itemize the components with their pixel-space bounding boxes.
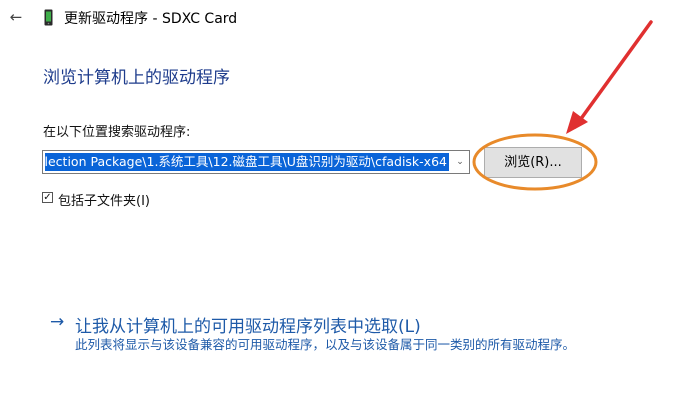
search-location-label: 在以下位置搜索驱动程序: xyxy=(43,125,191,140)
browse-button[interactable]: 浏览(R)... xyxy=(484,147,582,178)
pointer-arrowhead xyxy=(566,111,588,134)
driver-path-input[interactable]: \Lenovo\Recovery Toolkit\Driver Collecti… xyxy=(45,153,449,171)
chevron-down-icon[interactable]: ⌄ xyxy=(454,155,466,169)
title-bar: ← 更新驱动程序 - SDXC Card xyxy=(0,0,693,36)
pointer-arrow-line xyxy=(573,20,653,129)
window-title: 更新驱动程序 - SDXC Card xyxy=(64,11,238,27)
back-arrow-icon[interactable]: ← xyxy=(6,6,26,28)
include-subfolders-label: 包括子文件夹(I) xyxy=(58,194,150,209)
right-arrow-icon: → xyxy=(50,312,65,332)
checkbox-checked-icon[interactable]: ✓ xyxy=(42,192,53,203)
phone-device-icon xyxy=(44,9,53,26)
page-heading: 浏览计算机上的驱动程序 xyxy=(43,68,230,88)
pick-from-list-link-text[interactable]: 让我从计算机上的可用驱动程序列表中选取(L) xyxy=(75,312,421,337)
driver-path-combobox[interactable]: \Lenovo\Recovery Toolkit\Driver Collecti… xyxy=(42,150,470,174)
pick-from-list-description: 此列表将显示与该设备兼容的可用驱动程序，以及与该设备属于同一类别的所有驱动程序。 xyxy=(75,337,576,352)
